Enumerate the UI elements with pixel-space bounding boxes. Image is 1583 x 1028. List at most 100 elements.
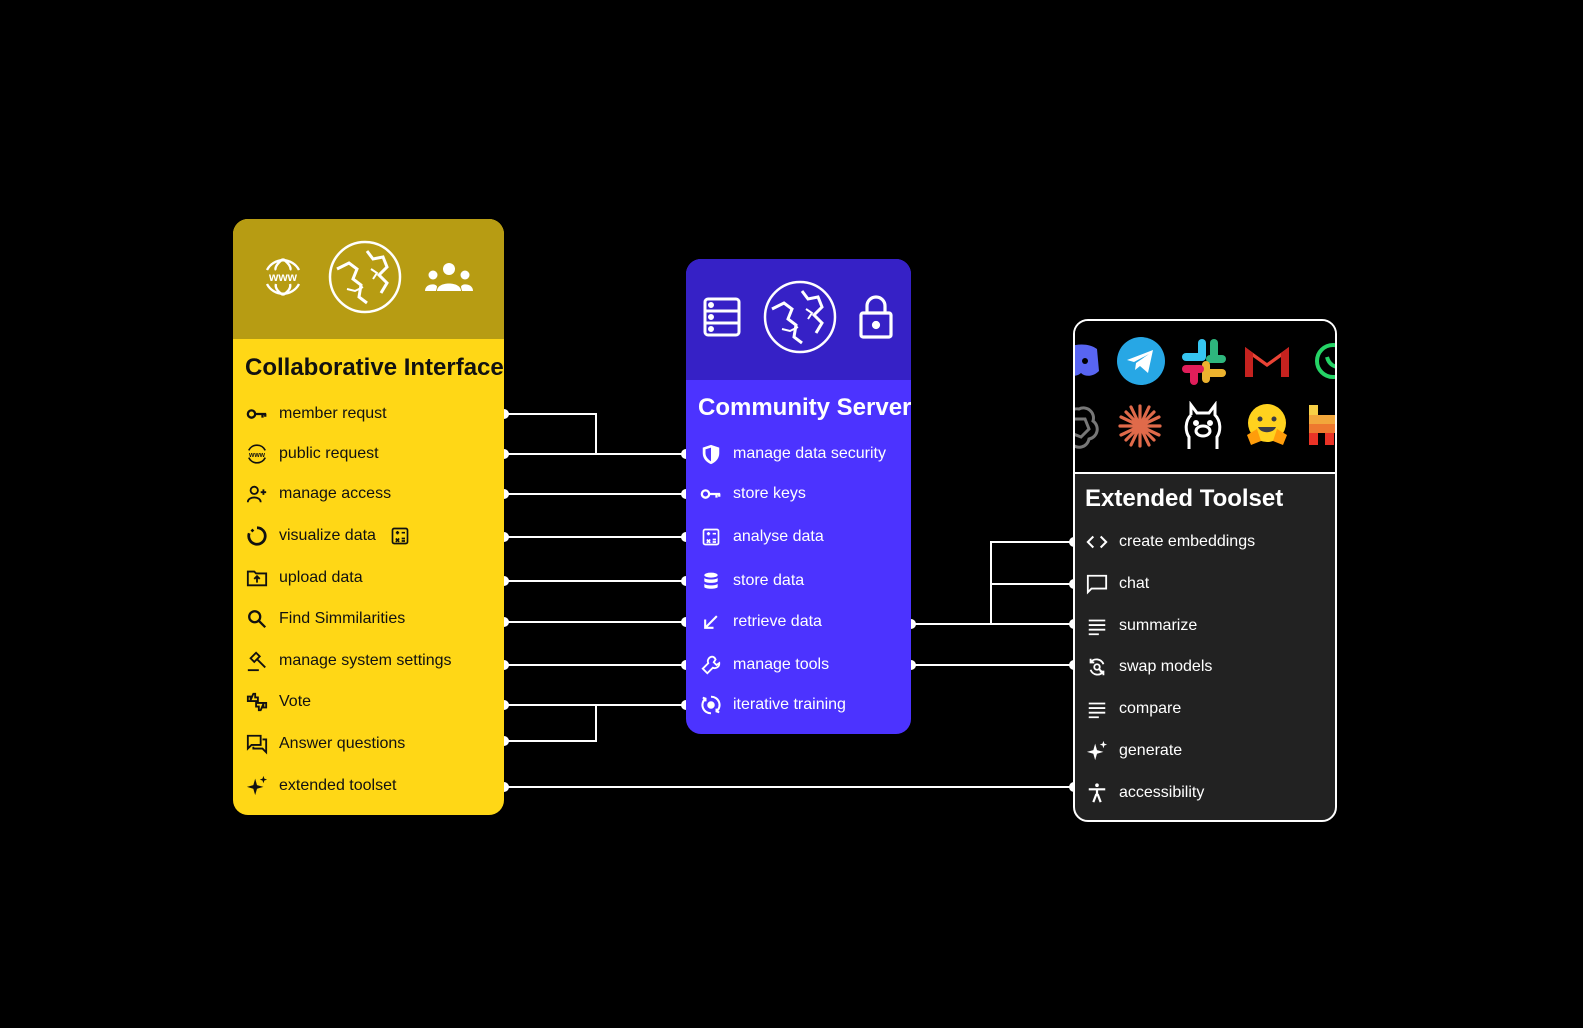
- cs-item-manage-tools[interactable]: manage tools: [686, 650, 829, 680]
- item-label: chat: [1119, 575, 1150, 592]
- svg-text:www: www: [248, 452, 266, 459]
- item-label: manage system settings: [279, 652, 452, 669]
- panel-title: Community Server: [698, 394, 911, 421]
- wrench-icon: [699, 653, 723, 677]
- group-icon: [424, 261, 474, 298]
- community-server-panel: Community Server manage data security st…: [686, 259, 911, 734]
- item-label: iterative training: [733, 696, 846, 713]
- item-label: compare: [1119, 700, 1182, 717]
- discord-icon: [1075, 341, 1099, 386]
- collaborative-interface-header: www: [233, 219, 504, 339]
- item-label: summarize: [1119, 617, 1198, 634]
- collaborative-interface-panel: www Collaborative Interface member requs…: [233, 219, 504, 815]
- chat-icon: [1085, 572, 1109, 596]
- lines-icon: [1085, 614, 1109, 638]
- accessibility-icon: [1085, 781, 1109, 805]
- openai-icon: [1075, 405, 1099, 454]
- search-icon: [245, 607, 269, 631]
- slack-icon: [1180, 337, 1228, 390]
- huggingface-icon: [1243, 401, 1291, 454]
- gmail-icon: [1243, 343, 1291, 384]
- sparkle-icon: [245, 774, 269, 798]
- et-item-create-embeddings[interactable]: create embeddings: [1075, 527, 1255, 557]
- thumbs-icon: [245, 690, 269, 714]
- ci-item-answer-questions[interactable]: Answer questions: [233, 729, 405, 759]
- ci-item-visualize-data[interactable]: visualize data: [233, 521, 422, 551]
- ci-item-manage-access[interactable]: manage access: [233, 479, 391, 509]
- et-item-swap-models[interactable]: swap models: [1075, 652, 1212, 682]
- item-label: swap models: [1119, 658, 1213, 675]
- cs-item-store-keys[interactable]: store keys: [686, 479, 806, 509]
- person-add-icon: [245, 482, 269, 506]
- item-label: create embeddings: [1119, 533, 1256, 550]
- lock-icon: [858, 295, 894, 344]
- database-icon: [699, 569, 723, 593]
- cs-item-retrieve-data[interactable]: retrieve data: [686, 607, 822, 637]
- item-label: extended toolset: [279, 777, 397, 794]
- folder-upload-icon: [245, 566, 269, 590]
- world-globe-icon: [327, 239, 403, 320]
- item-label: manage tools: [733, 656, 830, 673]
- item-label: store keys: [733, 485, 806, 502]
- extended-toolset-panel: Extended Toolset create embeddings chat …: [1073, 319, 1337, 822]
- extended-toolset-header: [1075, 321, 1335, 474]
- server-icon: [703, 297, 741, 342]
- ci-item-vote[interactable]: Vote: [233, 687, 311, 717]
- cs-item-manage-data-security[interactable]: manage data security: [686, 439, 886, 469]
- gavel-icon: [245, 649, 269, 673]
- ci-item-member-request[interactable]: member requst: [233, 399, 387, 429]
- cycle-icon: [699, 693, 723, 717]
- et-item-accessibility[interactable]: accessibility: [1075, 778, 1204, 808]
- ci-item-find-similarities[interactable]: Find Simmilarities: [233, 604, 405, 634]
- et-item-summarize[interactable]: summarize: [1075, 611, 1197, 641]
- item-label: generate: [1119, 742, 1183, 759]
- et-item-chat[interactable]: chat: [1075, 569, 1149, 599]
- code-icon: [1085, 530, 1109, 554]
- item-label: accessibility: [1119, 784, 1205, 801]
- ci-item-manage-system-settings[interactable]: manage system settings: [233, 646, 452, 676]
- shield-icon: [699, 442, 723, 466]
- whatsapp-icon: [1315, 343, 1335, 384]
- cs-item-analyse-data[interactable]: analyse data: [686, 522, 824, 552]
- arrow-down-left-icon: [699, 610, 723, 634]
- cs-item-store-data[interactable]: store data: [686, 566, 804, 596]
- item-label: upload data: [279, 569, 363, 586]
- item-label: public request: [279, 445, 379, 462]
- item-label: Find Simmilarities: [279, 610, 406, 627]
- www-globe-icon: www: [261, 255, 305, 304]
- lines-icon: [1085, 697, 1109, 721]
- item-label: manage data security: [733, 445, 886, 462]
- ci-item-extended-toolset[interactable]: extended toolset: [233, 771, 396, 801]
- item-label: visualize data: [279, 527, 376, 544]
- item-label: manage access: [279, 485, 392, 502]
- forum-icon: [245, 732, 269, 756]
- mistral-icon: [1309, 403, 1335, 452]
- calculator-icon: [699, 525, 723, 549]
- panel-title: Collaborative Interface: [245, 354, 504, 381]
- ci-item-upload-data[interactable]: upload data: [233, 563, 363, 593]
- calculator-icon: [388, 524, 412, 548]
- item-label: store data: [733, 572, 805, 589]
- key-icon: [245, 402, 269, 426]
- donut-chart-icon: [245, 524, 269, 548]
- ollama-icon: [1183, 400, 1223, 456]
- community-server-header: [686, 259, 911, 380]
- et-item-compare[interactable]: compare: [1075, 694, 1181, 724]
- world-globe-icon: [762, 279, 838, 360]
- key-icon: [699, 482, 723, 506]
- item-label: member requst: [279, 405, 387, 422]
- www-icon: www: [245, 442, 269, 466]
- ci-item-public-request[interactable]: www public request: [233, 439, 379, 469]
- et-item-generate[interactable]: generate: [1075, 736, 1182, 766]
- swap-icon: [1085, 655, 1109, 679]
- item-label: analyse data: [733, 528, 824, 545]
- item-label: Vote: [279, 693, 312, 710]
- anthropic-icon: [1117, 403, 1163, 454]
- panel-title: Extended Toolset: [1085, 485, 1284, 512]
- sparkle-icon: [1085, 739, 1109, 763]
- telegram-icon: [1117, 337, 1165, 390]
- item-label: Answer questions: [279, 735, 406, 752]
- svg-text:www: www: [268, 270, 298, 284]
- cs-item-iterative-training[interactable]: iterative training: [686, 690, 846, 720]
- item-label: retrieve data: [733, 613, 822, 630]
